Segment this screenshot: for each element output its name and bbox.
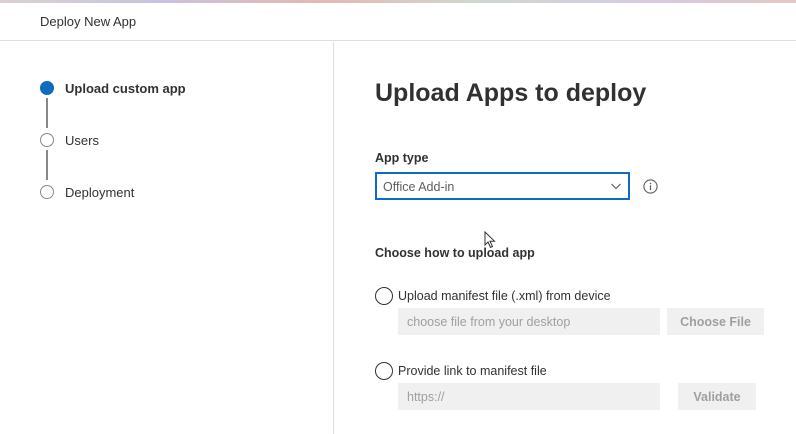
upload-manifest-radio[interactable]: [375, 287, 393, 305]
upload-method-label: Choose how to upload app: [375, 246, 535, 260]
manifest-link-radio-label: Provide link to manifest file: [398, 364, 547, 378]
upload-apps-form: Upload Apps to deploy App type Office Ad…: [335, 42, 796, 434]
manifest-file-path-input[interactable]: [399, 309, 659, 334]
upload-manifest-radio-label: Upload manifest file (.xml) from device: [398, 289, 611, 303]
app-type-label: App type: [375, 151, 429, 165]
choose-file-button[interactable]: Choose File: [667, 308, 764, 335]
app-type-selected-value: Office Add-in: [383, 180, 455, 194]
wizard-step-label: Upload custom app: [65, 81, 186, 96]
step-connector-line: [46, 150, 48, 180]
app-type-dropdown[interactable]: Office Add-in: [375, 172, 630, 200]
panel-title: Deploy New App: [40, 14, 137, 29]
step-connector-line: [46, 98, 48, 128]
validate-button[interactable]: Validate: [678, 383, 756, 410]
wizard-step-label: Deployment: [65, 185, 135, 200]
manifest-url-field[interactable]: [398, 383, 660, 410]
wizard-steps-sidebar: Upload custom app Users Deployment: [0, 42, 334, 434]
step-active-indicator-icon: [40, 81, 54, 95]
step-pending-indicator-icon: [40, 133, 54, 147]
step-pending-indicator-icon: [40, 185, 54, 199]
info-icon[interactable]: [643, 179, 658, 194]
mouse-pointer-icon: [484, 231, 496, 249]
manifest-file-path-field[interactable]: [398, 308, 660, 335]
manifest-link-radio[interactable]: [375, 362, 393, 380]
panel-header: Deploy New App: [0, 3, 796, 41]
wizard-step-label: Users: [65, 133, 99, 148]
page-title: Upload Apps to deploy: [375, 79, 647, 107]
chevron-down-icon: [611, 183, 621, 190]
manifest-url-input[interactable]: [399, 384, 659, 409]
